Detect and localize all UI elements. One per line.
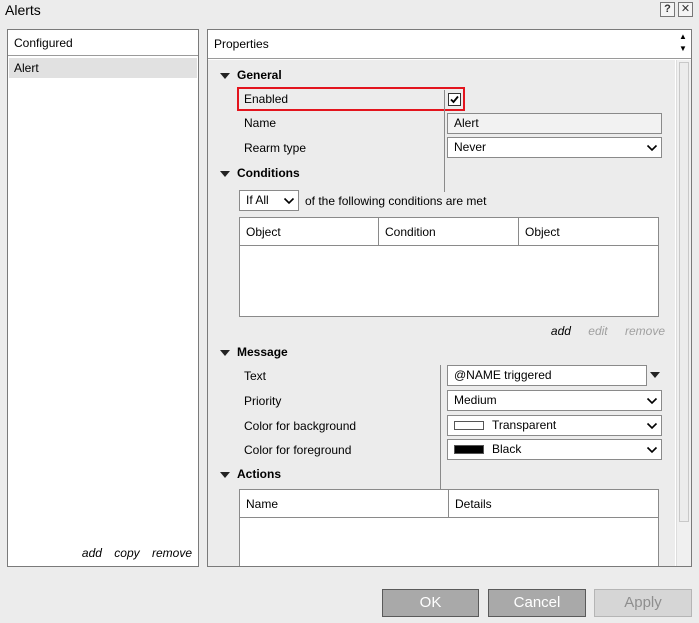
section-general: General [237, 68, 282, 82]
check-icon [450, 95, 459, 104]
actions-table[interactable]: Name Details [239, 489, 659, 566]
chevron-down-icon [646, 422, 658, 430]
actions-col-name[interactable]: Name [240, 490, 449, 518]
property-divider[interactable] [444, 90, 445, 192]
collapse-message-icon[interactable] [220, 350, 230, 356]
scrollbar-thumb[interactable] [679, 62, 689, 522]
ok-button[interactable]: OK [382, 589, 479, 617]
properties-scrollbar[interactable] [676, 60, 691, 566]
add-condition-link[interactable]: add [551, 324, 571, 338]
close-button[interactable]: ✕ [678, 2, 693, 17]
properties-panel: Properties ▲ ▼ General Enabled Name Alert… [207, 29, 692, 567]
remove-alert-link[interactable]: remove [152, 546, 192, 560]
section-actions: Actions [237, 467, 282, 481]
foreground-color-label: Color for foreground [244, 443, 352, 457]
priority-value: Medium [454, 393, 497, 407]
rearm-type-select[interactable]: Never [447, 137, 662, 158]
configured-panel: Configured Alert add copy remove [7, 29, 199, 567]
list-item-alert[interactable]: Alert [9, 58, 197, 78]
conditions-col-condition[interactable]: Condition [379, 218, 519, 246]
rearm-type-label: Rearm type [244, 141, 307, 155]
scroll-arrows-icon[interactable]: ▲ ▼ [677, 31, 689, 55]
properties-header: Properties ▲ ▼ [208, 30, 691, 59]
conditions-col-object[interactable]: Object [240, 218, 379, 246]
foreground-color-value: Black [492, 442, 522, 456]
background-color-value: Transparent [492, 418, 557, 432]
collapse-conditions-icon[interactable] [220, 171, 230, 177]
collapse-actions-icon[interactable] [220, 472, 230, 478]
background-color-select[interactable]: Transparent [447, 415, 662, 436]
configured-header: Configured [8, 30, 198, 56]
cancel-button[interactable]: Cancel [488, 589, 586, 617]
properties-content: General Enabled Name Alert Rearm type Ne… [208, 60, 675, 566]
text-label: Text [244, 369, 267, 383]
rearm-type-value: Never [454, 140, 487, 154]
condition-mode-value: If All [246, 193, 269, 207]
conditions-table[interactable]: Object Condition Object [239, 217, 659, 317]
chevron-down-icon [283, 197, 295, 205]
foreground-color-select[interactable]: Black [447, 439, 662, 460]
message-divider[interactable] [440, 365, 441, 491]
edit-condition-link[interactable]: edit [588, 324, 607, 338]
help-button[interactable]: ? [660, 2, 675, 17]
collapse-general-icon[interactable] [220, 73, 230, 79]
section-conditions: Conditions [237, 166, 300, 180]
message-text-input[interactable]: @NAME triggered [447, 365, 647, 386]
chevron-down-icon [646, 144, 658, 152]
title-bar: Alerts ? ✕ [0, 0, 699, 21]
enabled-label: Enabled [244, 92, 289, 106]
condition-mode-suffix: of the following conditions are met [305, 194, 487, 208]
enabled-checkbox[interactable] [448, 93, 461, 106]
name-label: Name [244, 116, 277, 130]
remove-condition-link[interactable]: remove [625, 324, 665, 338]
copy-alert-link[interactable]: copy [114, 546, 139, 560]
foreground-swatch [454, 445, 484, 454]
priority-label: Priority [244, 394, 282, 408]
window-title: Alerts [5, 2, 41, 18]
configured-actions: add copy remove [73, 546, 192, 560]
properties-title: Properties [214, 37, 269, 51]
apply-button[interactable]: Apply [594, 589, 692, 617]
section-message: Message [237, 345, 288, 359]
name-field[interactable]: Alert [447, 113, 662, 134]
chevron-down-icon [646, 397, 658, 405]
text-dropdown-icon[interactable] [650, 372, 660, 378]
actions-col-details[interactable]: Details [449, 490, 658, 518]
add-alert-link[interactable]: add [82, 546, 102, 560]
background-swatch [454, 421, 484, 430]
conditions-col-object-2[interactable]: Object [519, 218, 658, 246]
chevron-down-icon [646, 446, 658, 454]
condition-mode-select[interactable]: If All [239, 190, 299, 211]
background-color-label: Color for background [244, 419, 357, 433]
priority-select[interactable]: Medium [447, 390, 662, 411]
conditions-actions: add edit remove [537, 324, 665, 338]
